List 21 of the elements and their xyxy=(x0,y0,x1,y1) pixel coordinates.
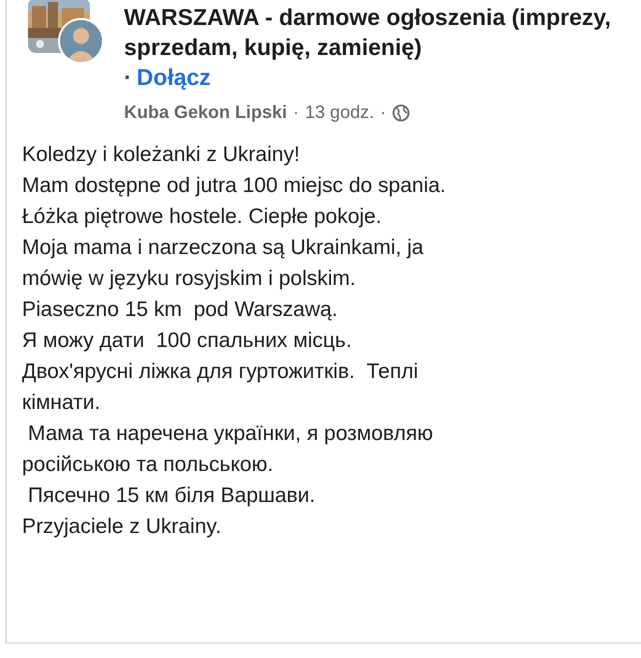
post-text-line: Łóżka piętrowe hostele. Ciepłe pokoje. xyxy=(22,204,383,230)
post-text-line: Moja mama i narzeczona są Ukrainkami, ja xyxy=(22,235,424,261)
post-text-line: Mam dostępne od jutra 100 miejsc do spania. xyxy=(22,173,447,199)
join-link[interactable]: Dołącz xyxy=(136,62,211,92)
post-text-line: Piaseczno 15 km pod Warszawą. xyxy=(22,297,339,323)
post-text-line: російською та польською. xyxy=(22,452,274,478)
post-time[interactable]: 13 godz. xyxy=(305,102,374,123)
globe-icon xyxy=(392,104,410,122)
author-name[interactable]: Kuba Gekon Lipski xyxy=(124,102,288,123)
separator-dot: · xyxy=(293,102,300,123)
post-text-line: Я можу дати 100 спальних місць. xyxy=(22,328,353,354)
post-text-line: Мама та наречена українки, я розмовляю xyxy=(26,421,434,447)
post-text-line: mówię w języku rosyjskim i polskim. xyxy=(22,266,357,292)
separator-dot: · xyxy=(380,102,386,123)
separator-dot: · xyxy=(124,63,132,92)
post-text-line: Двох'ярусні ліжка для гуртожитків. Теплі xyxy=(22,359,420,385)
group-name[interactable]: WARSZAWA - darmowe ogłoszenia (imprezy, sprzedam, kupię, zamienię) xyxy=(124,2,624,62)
post-text-line: Пясечно 15 км біля Варшави. xyxy=(26,483,316,509)
post-text-line: Koledzy i koleżanki z Ukrainy! xyxy=(22,142,301,168)
post-text-line: кімнати. xyxy=(22,390,102,416)
post-text-line: Przyjaciele z Ukrainy. xyxy=(22,514,222,540)
